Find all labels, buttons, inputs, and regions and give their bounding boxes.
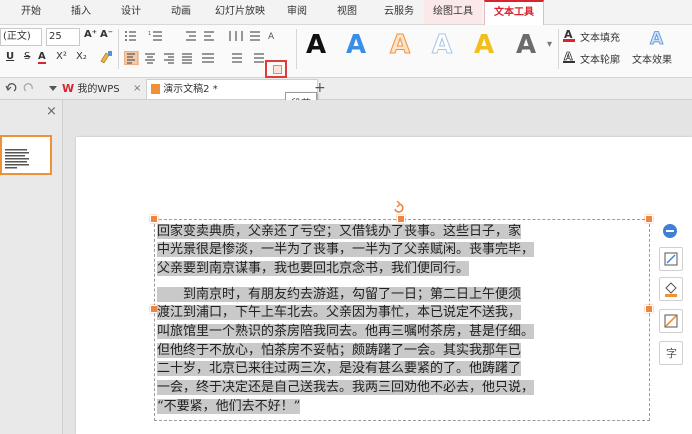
svg-text:A: A bbox=[650, 29, 664, 47]
paragraph-launcher-icon[interactable] bbox=[273, 65, 282, 74]
resize-handle-nw[interactable] bbox=[150, 215, 158, 223]
resize-handle-n[interactable] bbox=[397, 215, 405, 223]
text-style-sample-3[interactable]: A bbox=[389, 30, 410, 61]
close-panel-button[interactable]: × bbox=[46, 104, 57, 119]
text-style-sample-6[interactable]: A bbox=[516, 30, 536, 60]
indent-buttons[interactable]: A bbox=[184, 29, 280, 43]
tab-presentation-label: 演示文稿2 * bbox=[163, 84, 218, 95]
text-effect-button[interactable]: 文本效果 bbox=[632, 51, 672, 66]
tab-my-wps-label: 我的WPS bbox=[77, 84, 120, 95]
grow-font-button[interactable]: A⁺ bbox=[84, 29, 97, 40]
text-line: 中光景很是惨淡，一半为了丧事，一半为了父亲赋闲。丧事完毕， bbox=[157, 242, 535, 257]
svg-text:1: 1 bbox=[148, 31, 151, 37]
format-painter-icon[interactable] bbox=[98, 49, 114, 65]
align-buttons[interactable] bbox=[123, 50, 280, 66]
text-line: 叫旅馆里一个熟识的茶房陪我同去。他再三嘱咐茶房，甚是仔细。 bbox=[157, 324, 535, 339]
ribbon: (正文) 25 A⁺ A⁻ 1 A U S A X² X₂ A A A A A … bbox=[0, 25, 692, 78]
close-wps-tab-button[interactable]: × bbox=[133, 79, 143, 98]
menu-bar: 开始 插入 设计 动画 幻灯片放映 审阅 视图 云服务 绘图工具 文本工具 bbox=[0, 0, 692, 25]
tab-my-wps[interactable]: W 我的WPS bbox=[62, 79, 132, 98]
tab-drawing-tools[interactable]: 绘图工具 bbox=[424, 0, 482, 24]
paragraph-launcher-highlight bbox=[265, 60, 287, 78]
divider bbox=[118, 29, 119, 69]
fill-bucket-icon[interactable] bbox=[659, 277, 683, 301]
text-line: 回家变卖典质，父亲还了亏空；又借钱办了丧事。这些日子，家 bbox=[157, 224, 522, 239]
text-style-sample-2[interactable]: A bbox=[346, 30, 366, 60]
styles-more-icon[interactable]: ▾ bbox=[547, 39, 552, 50]
subscript-button[interactable]: X₂ bbox=[76, 51, 87, 62]
list-buttons: 1 bbox=[124, 29, 176, 43]
text-line: 到南京时，有朋友约去游逛，勾留了一日；第二日上午便须 bbox=[157, 287, 522, 302]
tab-text-tools[interactable]: 文本工具 bbox=[484, 0, 544, 25]
watermark-text: 快懂百科 bbox=[535, 358, 624, 383]
rotate-handle-icon[interactable] bbox=[392, 200, 406, 215]
text-line: 但他终于不放心，怕茶房不妥帖；颇踌躇了一会。其实我那年已 bbox=[157, 343, 522, 358]
divider bbox=[558, 29, 559, 69]
tab-animation[interactable]: 动画 bbox=[158, 0, 204, 24]
quick-access-dropdown-icon[interactable] bbox=[48, 82, 58, 94]
text-line: 二十岁，北京已来往过两三次，是没有甚么要紧的了。他踌躇了 bbox=[157, 361, 522, 376]
superscript-button[interactable]: X² bbox=[56, 51, 67, 62]
font-size-select[interactable]: 25 bbox=[46, 28, 80, 46]
undo-redo-icon[interactable] bbox=[4, 80, 44, 96]
collapse-icon[interactable] bbox=[663, 224, 677, 238]
tab-cloud[interactable]: 云服务 bbox=[376, 0, 422, 24]
tab-view[interactable]: 视图 bbox=[326, 0, 368, 24]
shape-edit-icon[interactable] bbox=[659, 247, 683, 271]
text-style-sample-5[interactable]: A bbox=[474, 30, 494, 60]
svg-text:字: 字 bbox=[666, 346, 677, 360]
tab-slideshow[interactable]: 幻灯片放映 bbox=[206, 0, 274, 24]
text-options-icon[interactable]: 字 bbox=[659, 341, 683, 365]
underline-button[interactable]: U bbox=[6, 51, 14, 62]
slide-thumbnail-1[interactable] bbox=[0, 135, 52, 175]
presentation-file-icon bbox=[151, 84, 160, 94]
strike-button[interactable]: S bbox=[24, 51, 30, 62]
svg-text:A: A bbox=[268, 32, 275, 42]
text-outline-button[interactable]: 文本轮廓 bbox=[580, 51, 620, 66]
text-style-sample-4[interactable]: A bbox=[431, 30, 452, 61]
document-tab-bar: W 我的WPS × 演示文稿2 * + bbox=[0, 78, 692, 100]
text-fill-button[interactable]: 文本填充 bbox=[580, 29, 620, 44]
text-fill-icon: A bbox=[562, 28, 576, 42]
font-color-button[interactable]: A bbox=[38, 51, 46, 64]
shrink-font-button[interactable]: A⁻ bbox=[100, 29, 113, 40]
outline-pen-icon[interactable] bbox=[659, 309, 683, 333]
wps-logo-icon: W bbox=[62, 82, 75, 95]
text-line: 渡江到浦口，下午上车北去。父亲因为事忙，本已说定不送我， bbox=[157, 305, 522, 320]
resize-handle-e[interactable] bbox=[645, 305, 653, 313]
tab-insert[interactable]: 插入 bbox=[58, 0, 104, 24]
tab-design[interactable]: 设计 bbox=[108, 0, 154, 24]
text-line: 父亲要到南京谋事，我也要回北京念书，我们便同行。 bbox=[157, 261, 470, 276]
text-outline-icon: A bbox=[562, 50, 576, 64]
text-style-sample-1[interactable]: A bbox=[306, 30, 326, 60]
font-name-select[interactable]: (正文) bbox=[0, 28, 42, 46]
tab-review[interactable]: 审阅 bbox=[276, 0, 318, 24]
divider bbox=[296, 29, 297, 69]
resize-handle-ne[interactable] bbox=[645, 215, 653, 223]
slide-thumbnail-panel: × bbox=[0, 100, 63, 434]
bullets-icon[interactable]: 1 bbox=[124, 29, 176, 43]
text-effect-icon[interactable]: A bbox=[648, 29, 666, 50]
text-line: “不要紧，他们去不好！” bbox=[157, 399, 301, 414]
watermark-subtext: zhidao.sogou.com bbox=[540, 390, 640, 403]
text-line: 一会，终于决定还是自己送我去。我两三回劝他不必去，他只说， bbox=[157, 380, 535, 395]
tab-start[interactable]: 开始 bbox=[8, 0, 54, 24]
